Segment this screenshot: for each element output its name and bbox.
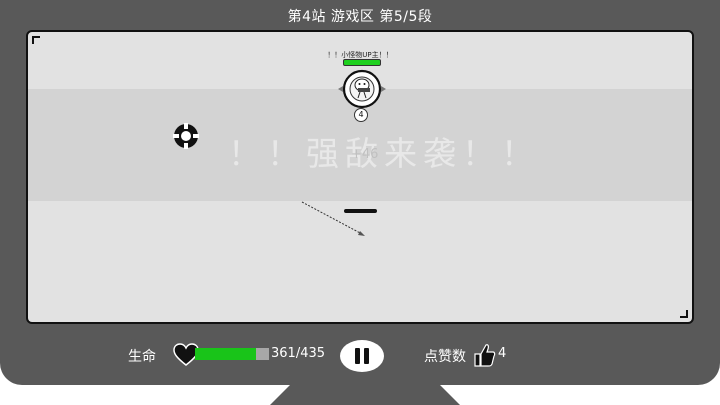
likes-value: 4 — [498, 346, 507, 361]
player-health-fill — [195, 348, 257, 360]
damage-popup: +46 — [351, 147, 379, 162]
player-ship-icon[interactable] — [171, 121, 201, 151]
health-value: 361/435 — [271, 346, 326, 361]
pause-icon — [364, 348, 369, 364]
boss-count-badge: 4 — [354, 108, 368, 122]
corner-mark-top-left — [32, 36, 40, 44]
likes-label: 点赞数 — [424, 349, 466, 365]
aim-trajectory — [301, 201, 365, 236]
corner-mark-bottom-right — [680, 310, 688, 318]
game-screen[interactable]: ！！强敌来袭！！ +46 ！！小怪物UP主！！ 4 — [26, 30, 694, 324]
warning-banner: ！！强敌来袭！！ — [228, 134, 540, 173]
pause-button[interactable] — [340, 340, 384, 372]
hud-bar: 生命 361/435 点赞数 4 — [0, 340, 720, 374]
life-label: 生命 — [128, 349, 156, 365]
projectile-bar — [344, 209, 377, 213]
stage-title: 第4站 游戏区 第5/5段 — [287, 9, 433, 25]
thumbs-up-icon — [474, 344, 496, 367]
player-health-bar — [195, 348, 269, 360]
pause-icon — [355, 348, 360, 364]
